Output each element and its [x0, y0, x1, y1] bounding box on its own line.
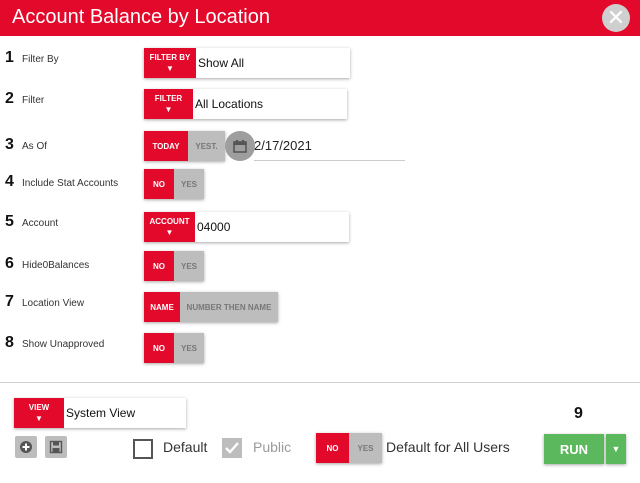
filter-by-dropdown[interactable]: FILTER BY ▼ Show All — [144, 48, 350, 78]
show-unapproved-toggle[interactable]: NO YES — [144, 333, 204, 363]
field-label: Location View — [22, 298, 85, 309]
plus-circle-icon — [20, 441, 32, 453]
filter-by-button-label: FILTER BY — [149, 52, 191, 62]
run-button[interactable]: RUN — [544, 434, 604, 464]
as-of-toggle[interactable]: TODAY YEST. — [144, 131, 225, 161]
default-for-all-users-label: Default for All Users — [386, 439, 510, 455]
caret-down-icon: ▼ — [164, 104, 173, 114]
filter-value: All Locations — [195, 97, 264, 111]
view-button-label: VIEW — [28, 402, 50, 412]
save-view-button[interactable] — [45, 436, 67, 458]
step-number: 8 — [5, 334, 14, 351]
default-label: Default — [163, 439, 208, 455]
step-number: 9 — [574, 405, 583, 422]
floppy-disk-icon — [49, 440, 63, 454]
row-location-view: 7 Location View NAME NUMBER THEN NAME — [0, 292, 640, 326]
field-label: Filter — [22, 95, 45, 106]
field-label: As Of — [22, 141, 48, 152]
step-number: 2 — [5, 90, 14, 107]
location-view-toggle[interactable]: NAME NUMBER THEN NAME — [144, 292, 278, 322]
field-label: Account — [22, 218, 59, 229]
run-options-button[interactable]: ▼ — [606, 434, 626, 464]
filter-by-value: Show All — [198, 56, 245, 70]
default-for-all-users-toggle[interactable]: NO YES — [316, 433, 382, 463]
filter-button[interactable]: FILTER ▼ — [144, 89, 193, 119]
check-icon — [225, 442, 239, 454]
account-button-label: ACCOUNT — [149, 216, 190, 226]
as-of-date-input[interactable]: 2/17/2021 — [254, 131, 405, 161]
no-option[interactable]: NO — [316, 433, 349, 463]
field-label: Show Unapproved — [22, 339, 105, 350]
close-icon: ✕ — [606, 5, 626, 30]
yesterday-option[interactable]: YEST. — [188, 131, 225, 161]
row-account: 5 Account ACCOUNT ▼ 04000 — [0, 211, 640, 243]
no-option[interactable]: NO — [144, 169, 174, 199]
row-hide-zero-balances: 6 Hide0Balances NO YES — [0, 251, 640, 285]
account-dropdown[interactable]: ACCOUNT ▼ 04000 — [144, 212, 349, 242]
caret-down-icon: ▼ — [611, 444, 621, 454]
field-label: Filter By — [22, 54, 59, 65]
view-dropdown[interactable]: VIEW ▼ System View — [14, 398, 186, 428]
filter-by-button[interactable]: FILTER BY ▼ — [144, 48, 196, 78]
include-stat-accounts-toggle[interactable]: NO YES — [144, 169, 204, 199]
view-value: System View — [66, 406, 136, 420]
calendar-icon[interactable] — [225, 131, 255, 161]
caret-down-icon: ▼ — [35, 413, 43, 423]
name-option[interactable]: NAME — [144, 292, 180, 322]
hide-zero-balances-toggle[interactable]: NO YES — [144, 251, 204, 281]
public-checkbox[interactable] — [222, 438, 242, 458]
row-show-unapproved: 8 Show Unapproved NO YES — [0, 333, 640, 368]
view-button[interactable]: VIEW ▼ — [14, 398, 64, 428]
filter-dropdown[interactable]: FILTER ▼ All Locations — [144, 89, 347, 119]
no-option[interactable]: NO — [144, 333, 174, 363]
filter-button-label: FILTER — [154, 93, 183, 103]
yes-option[interactable]: YES — [174, 333, 204, 363]
field-label: Hide0Balances — [22, 260, 90, 271]
field-label: Include Stat Accounts — [22, 178, 119, 189]
public-label: Public — [253, 439, 292, 455]
today-option[interactable]: TODAY — [144, 131, 188, 161]
yes-option[interactable]: YES — [174, 169, 204, 199]
window-title: Account Balance by Location — [12, 6, 270, 28]
step-number: 3 — [5, 136, 14, 153]
account-button[interactable]: ACCOUNT ▼ — [144, 212, 195, 242]
row-include-stat-accounts: 4 Include Stat Accounts NO YES — [0, 169, 640, 203]
step-number: 4 — [5, 173, 14, 190]
step-number: 6 — [5, 255, 14, 272]
account-value[interactable]: 04000 — [195, 220, 230, 234]
yes-option[interactable]: YES — [174, 251, 204, 281]
row-filter: 2 Filter FILTER ▼ All Locations — [0, 88, 640, 120]
no-option[interactable]: NO — [144, 251, 174, 281]
yes-option[interactable]: YES — [349, 433, 382, 463]
add-view-button[interactable] — [15, 436, 37, 458]
caret-down-icon: ▼ — [165, 227, 174, 237]
default-checkbox[interactable] — [133, 439, 153, 459]
step-number: 5 — [5, 213, 14, 230]
title-bar: Account Balance by Location ✕ — [0, 0, 640, 36]
caret-down-icon: ▼ — [166, 63, 174, 73]
step-number: 1 — [5, 49, 14, 66]
footer-divider — [0, 382, 640, 383]
row-as-of: 3 As Of TODAY YEST. 2/17/2021 — [0, 131, 640, 166]
step-number: 7 — [5, 293, 14, 310]
row-filter-by: 1 Filter By FILTER BY ▼ Show All — [0, 47, 640, 79]
close-button[interactable]: ✕ — [602, 4, 630, 32]
number-then-name-option[interactable]: NUMBER THEN NAME — [180, 292, 278, 322]
